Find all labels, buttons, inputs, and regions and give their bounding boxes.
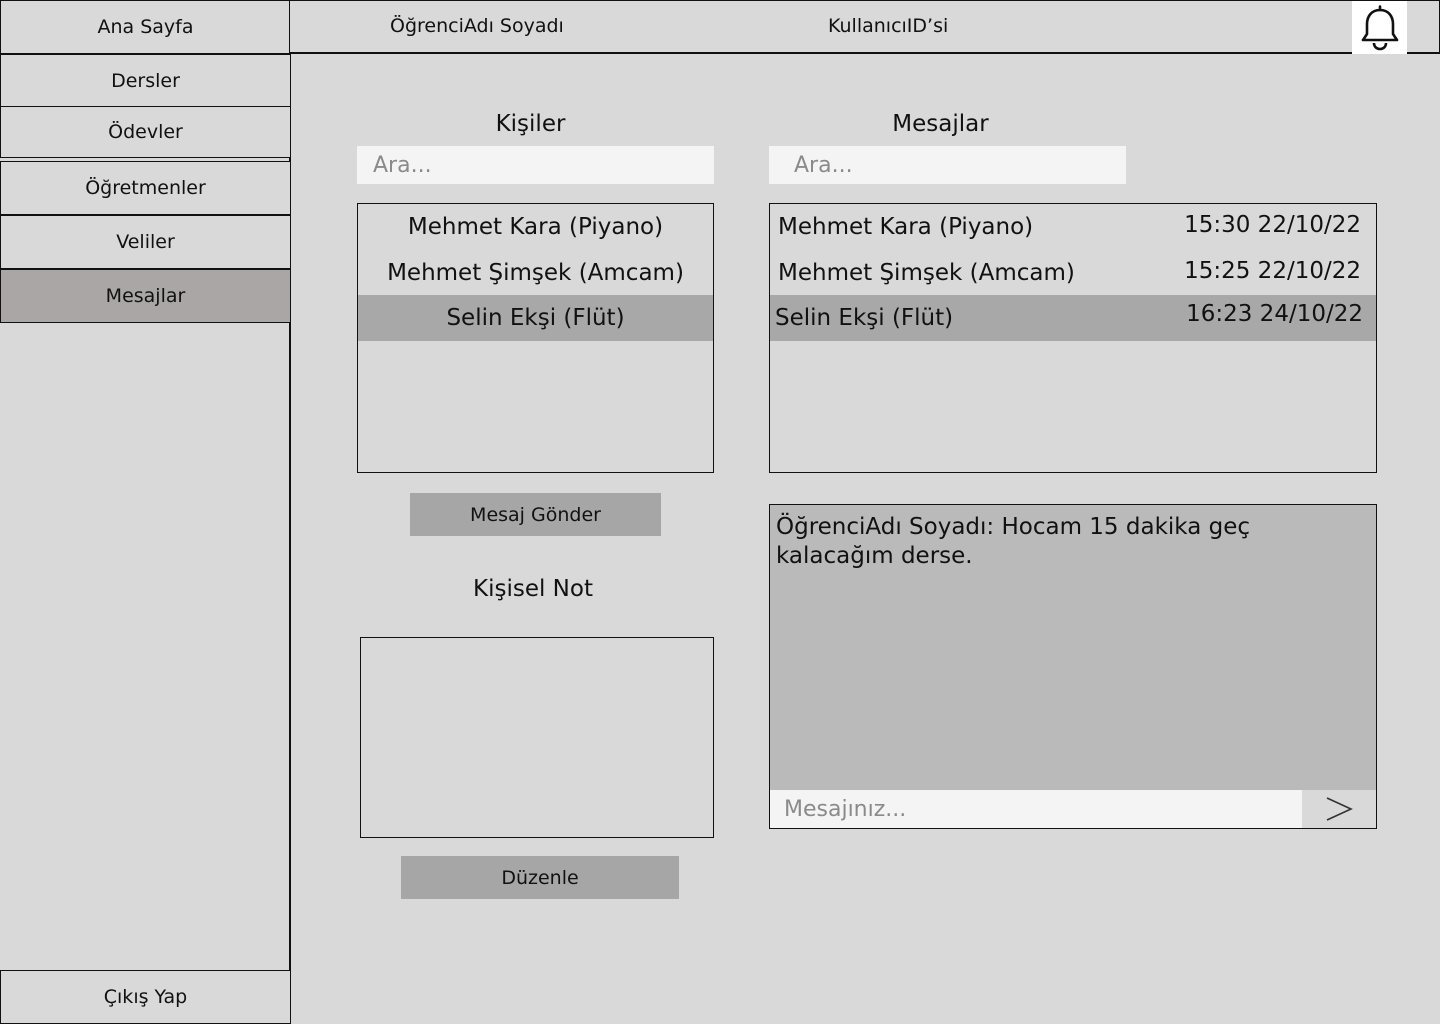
personal-note-title: Kişisel Not — [473, 576, 593, 602]
logout-button[interactable]: Çıkış Yap — [0, 970, 291, 1024]
list-item[interactable]: Mehmet Şimşek (Amcam) — [358, 250, 713, 296]
sidebar-item-mesajlar[interactable]: Mesajlar — [0, 269, 291, 323]
list-item[interactable]: Mehmet Kara (Piyano) — [358, 204, 713, 250]
sidebar-item-label: Mesajlar — [105, 285, 186, 307]
messages-title: Mesajlar — [892, 111, 989, 137]
conversation-panel: ÖğrenciAdı Soyadı: Hocam 15 dakika geç k… — [769, 504, 1377, 829]
personal-note-box[interactable] — [360, 637, 714, 838]
send-button[interactable] — [1302, 790, 1376, 828]
edit-note-button[interactable]: Düzenle — [401, 856, 679, 899]
contact-name: Selin Ekşi (Flüt) — [446, 305, 625, 331]
message-sender: Selin Ekşi (Flüt) — [775, 305, 954, 331]
contacts-search-input[interactable] — [357, 146, 714, 184]
notifications-button[interactable] — [1352, 1, 1407, 54]
contacts-title: Kişiler — [495, 111, 566, 137]
message-time: 15:25 22/10/22 — [1184, 258, 1361, 284]
contacts-list: Mehmet Kara (Piyano) Mehmet Şimşek (Amca… — [357, 203, 714, 473]
messages-search-input[interactable] — [769, 146, 1126, 184]
message-compose-input[interactable] — [770, 790, 1302, 828]
sidebar-item-veliler[interactable]: Veliler — [0, 215, 291, 269]
send-arrow-icon — [1326, 797, 1353, 821]
sidebar-item-label: Öğretmenler — [85, 177, 206, 199]
sidebar-item-label: Veliler — [116, 231, 175, 253]
table-row[interactable]: Mehmet Kara (Piyano) 15:30 22/10/22 — [770, 204, 1376, 250]
message-time: 15:30 22/10/22 — [1184, 212, 1361, 238]
list-item[interactable]: Selin Ekşi (Flüt) — [358, 295, 713, 341]
sidebar-item-dersler[interactable]: Dersler — [0, 54, 291, 108]
sidebar-item-label: Dersler — [111, 70, 180, 92]
table-row[interactable]: Mehmet Şimşek (Amcam) 15:25 22/10/22 — [770, 250, 1376, 296]
sidebar-item-odevler[interactable]: Ödevler — [0, 106, 291, 158]
compose-bar — [770, 790, 1376, 828]
home-button[interactable]: Ana Sayfa — [0, 0, 291, 54]
message-sender: Mehmet Şimşek (Amcam) — [778, 260, 1075, 286]
top-bar: ÖğrenciAdı Soyadı KullanıcıID’si — [289, 0, 1440, 54]
message-sender: Mehmet Kara (Piyano) — [778, 214, 1034, 240]
send-message-button[interactable]: Mesaj Gönder — [410, 493, 661, 536]
table-row[interactable]: Selin Ekşi (Flüt) 16:23 24/10/22 — [770, 295, 1376, 341]
contact-name: Mehmet Şimşek (Amcam) — [387, 260, 684, 286]
bell-icon — [1361, 4, 1398, 50]
sidebar-item-label: Ödevler — [108, 121, 183, 143]
contact-name: Mehmet Kara (Piyano) — [407, 214, 664, 240]
logout-button-label: Çıkış Yap — [103, 986, 188, 1008]
sidebar-item-ogretmenler[interactable]: Öğretmenler — [0, 161, 291, 215]
message-time: 16:23 24/10/22 — [1186, 301, 1363, 327]
student-name: ÖğrenciAdı Soyadı — [390, 15, 564, 37]
home-button-label: Ana Sayfa — [97, 16, 194, 38]
conversation-message: ÖğrenciAdı Soyadı: Hocam 15 dakika geç k… — [776, 514, 1250, 569]
user-id: KullanıcıID’si — [828, 15, 949, 37]
messages-list: Mehmet Kara (Piyano) 15:30 22/10/22 Mehm… — [769, 203, 1377, 473]
